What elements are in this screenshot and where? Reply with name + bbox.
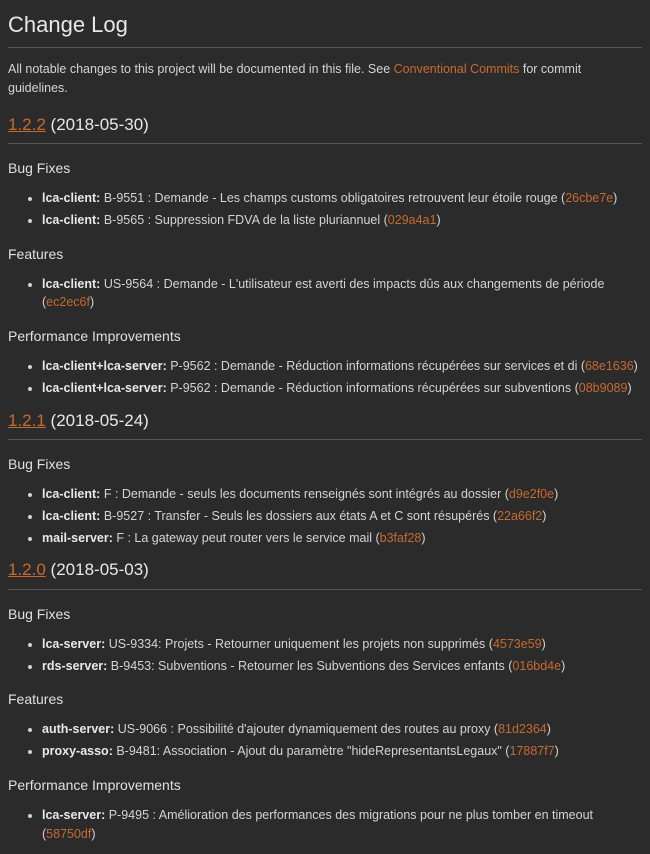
bug-fixes-list: lca-client: B-9551 : Demande - Les champ… bbox=[42, 189, 642, 230]
list-item: lca-client: US-9564 : Demande - L'utilis… bbox=[42, 275, 642, 313]
page-title: Change Log bbox=[8, 8, 642, 48]
release-date: (2018-05-24) bbox=[51, 411, 149, 430]
close-paren: ) bbox=[542, 637, 546, 651]
features-list: lca-client: US-9564 : Demande - L'utilis… bbox=[42, 275, 642, 313]
commit-hash-link[interactable]: 22a66f2 bbox=[497, 509, 542, 523]
close-paren: ) bbox=[90, 295, 94, 309]
release-date: (2018-05-03) bbox=[51, 560, 149, 579]
commit-hash-link[interactable]: ec2ec6f bbox=[46, 295, 90, 309]
close-paren: ) bbox=[627, 381, 631, 395]
scope: auth-server: bbox=[42, 722, 114, 736]
entry-text: US-9334: Projets - Retourner uniquement … bbox=[105, 637, 493, 651]
close-paren: ) bbox=[436, 213, 440, 227]
scope: rds-server: bbox=[42, 659, 107, 673]
list-item: auth-server: US-9066 : Possibilité d'ajo… bbox=[42, 720, 642, 739]
section-bug-fixes: Bug Fixes bbox=[8, 604, 642, 625]
section-features: Features bbox=[8, 244, 642, 265]
list-item: lca-client: B-9527 : Transfer - Seuls le… bbox=[42, 507, 642, 526]
list-item: lca-client+lca-server: P-9562 : Demande … bbox=[42, 357, 642, 376]
entry-text: US-9564 : Demande - L'utilisateur est av… bbox=[42, 277, 604, 310]
scope: lca-server: bbox=[42, 808, 105, 822]
scope: lca-client+lca-server: bbox=[42, 381, 167, 395]
section-perf: Performance Improvements bbox=[8, 775, 642, 796]
section-bug-fixes: Bug Fixes bbox=[8, 158, 642, 179]
entry-text: B-9565 : Suppression FDVA de la liste pl… bbox=[100, 213, 387, 227]
entry-text: B-9551 : Demande - Les champs customs ob… bbox=[100, 191, 565, 205]
scope: proxy-asso: bbox=[42, 744, 113, 758]
close-paren: ) bbox=[555, 744, 559, 758]
entry-text: B-9453: Subventions - Retourner les Subv… bbox=[107, 659, 512, 673]
scope: lca-client: bbox=[42, 191, 100, 205]
scope: lca-client: bbox=[42, 213, 100, 227]
commit-hash-link[interactable]: b3faf28 bbox=[380, 531, 422, 545]
scope: lca-client+lca-server: bbox=[42, 359, 167, 373]
close-paren: ) bbox=[91, 827, 95, 841]
bug-fixes-list: lca-server: US-9334: Projets - Retourner… bbox=[42, 635, 642, 676]
list-item: lca-server: US-9334: Projets - Retourner… bbox=[42, 635, 642, 654]
release-heading: 1.2.0 (2018-05-03) bbox=[8, 557, 642, 590]
features-list: auth-server: US-9066 : Possibilité d'ajo… bbox=[42, 720, 642, 761]
scope: lca-server: bbox=[42, 637, 105, 651]
scope: mail-server: bbox=[42, 531, 113, 545]
entry-text: F : Demande - seuls les documents rensei… bbox=[100, 487, 509, 501]
close-paren: ) bbox=[547, 722, 551, 736]
entry-text: US-9066 : Possibilité d'ajouter dynamiqu… bbox=[114, 722, 498, 736]
scope: lca-client: bbox=[42, 277, 100, 291]
scope: lca-client: bbox=[42, 509, 100, 523]
scope: lca-client: bbox=[42, 487, 100, 501]
entry-text: F : La gateway peut router vers le servi… bbox=[113, 531, 380, 545]
close-paren: ) bbox=[613, 191, 617, 205]
commit-hash-link[interactable]: 08b9089 bbox=[579, 381, 628, 395]
section-perf: Performance Improvements bbox=[8, 326, 642, 347]
commit-hash-link[interactable]: 016bd4e bbox=[512, 659, 561, 673]
release-heading: 1.2.1 (2018-05-24) bbox=[8, 408, 642, 441]
perf-list: lca-server: P-9495 : Amélioration des pe… bbox=[42, 806, 642, 844]
version-link[interactable]: 1.2.0 bbox=[8, 560, 46, 579]
section-bug-fixes: Bug Fixes bbox=[8, 454, 642, 475]
close-paren: ) bbox=[542, 509, 546, 523]
entry-text: P-9562 : Demande - Réduction information… bbox=[167, 381, 579, 395]
version-link[interactable]: 1.2.1 bbox=[8, 411, 46, 430]
entry-text: P-9562 : Demande - Réduction information… bbox=[167, 359, 585, 373]
version-link[interactable]: 1.2.2 bbox=[8, 115, 46, 134]
intro-text: All notable changes to this project will… bbox=[8, 60, 642, 98]
perf-list: lca-client+lca-server: P-9562 : Demande … bbox=[42, 357, 642, 398]
release-heading: 1.2.2 (2018-05-30) bbox=[8, 112, 642, 145]
commit-hash-link[interactable]: 4573e59 bbox=[493, 637, 542, 651]
intro-prefix: All notable changes to this project will… bbox=[8, 62, 394, 76]
bug-fixes-list: lca-client: F : Demande - seuls les docu… bbox=[42, 485, 642, 547]
commit-hash-link[interactable]: 81d2364 bbox=[498, 722, 547, 736]
list-item: lca-client+lca-server: P-9562 : Demande … bbox=[42, 379, 642, 398]
entry-text: B-9527 : Transfer - Seuls les dossiers a… bbox=[100, 509, 497, 523]
commit-hash-link[interactable]: 26cbe7e bbox=[565, 191, 613, 205]
close-paren: ) bbox=[561, 659, 565, 673]
list-item: lca-client: B-9551 : Demande - Les champ… bbox=[42, 189, 642, 208]
list-item: lca-client: F : Demande - seuls les docu… bbox=[42, 485, 642, 504]
commit-hash-link[interactable]: 58750df bbox=[46, 827, 91, 841]
release-date: (2018-05-30) bbox=[51, 115, 149, 134]
conventional-commits-link[interactable]: Conventional Commits bbox=[394, 62, 520, 76]
list-item: mail-server: F : La gateway peut router … bbox=[42, 529, 642, 548]
close-paren: ) bbox=[554, 487, 558, 501]
close-paren: ) bbox=[421, 531, 425, 545]
list-item: proxy-asso: B-9481: Association - Ajout … bbox=[42, 742, 642, 761]
entry-text: B-9481: Association - Ajout du paramètre… bbox=[113, 744, 510, 758]
list-item: lca-server: P-9495 : Amélioration des pe… bbox=[42, 806, 642, 844]
commit-hash-link[interactable]: 68e1636 bbox=[585, 359, 634, 373]
list-item: rds-server: B-9453: Subventions - Retour… bbox=[42, 657, 642, 676]
entry-text: P-9495 : Amélioration des performances d… bbox=[42, 808, 593, 841]
commit-hash-link[interactable]: 17887f7 bbox=[509, 744, 554, 758]
close-paren: ) bbox=[634, 359, 638, 373]
commit-hash-link[interactable]: d9e2f0e bbox=[509, 487, 554, 501]
section-features: Features bbox=[8, 689, 642, 710]
commit-hash-link[interactable]: 029a4a1 bbox=[388, 213, 437, 227]
list-item: lca-client: B-9565 : Suppression FDVA de… bbox=[42, 211, 642, 230]
